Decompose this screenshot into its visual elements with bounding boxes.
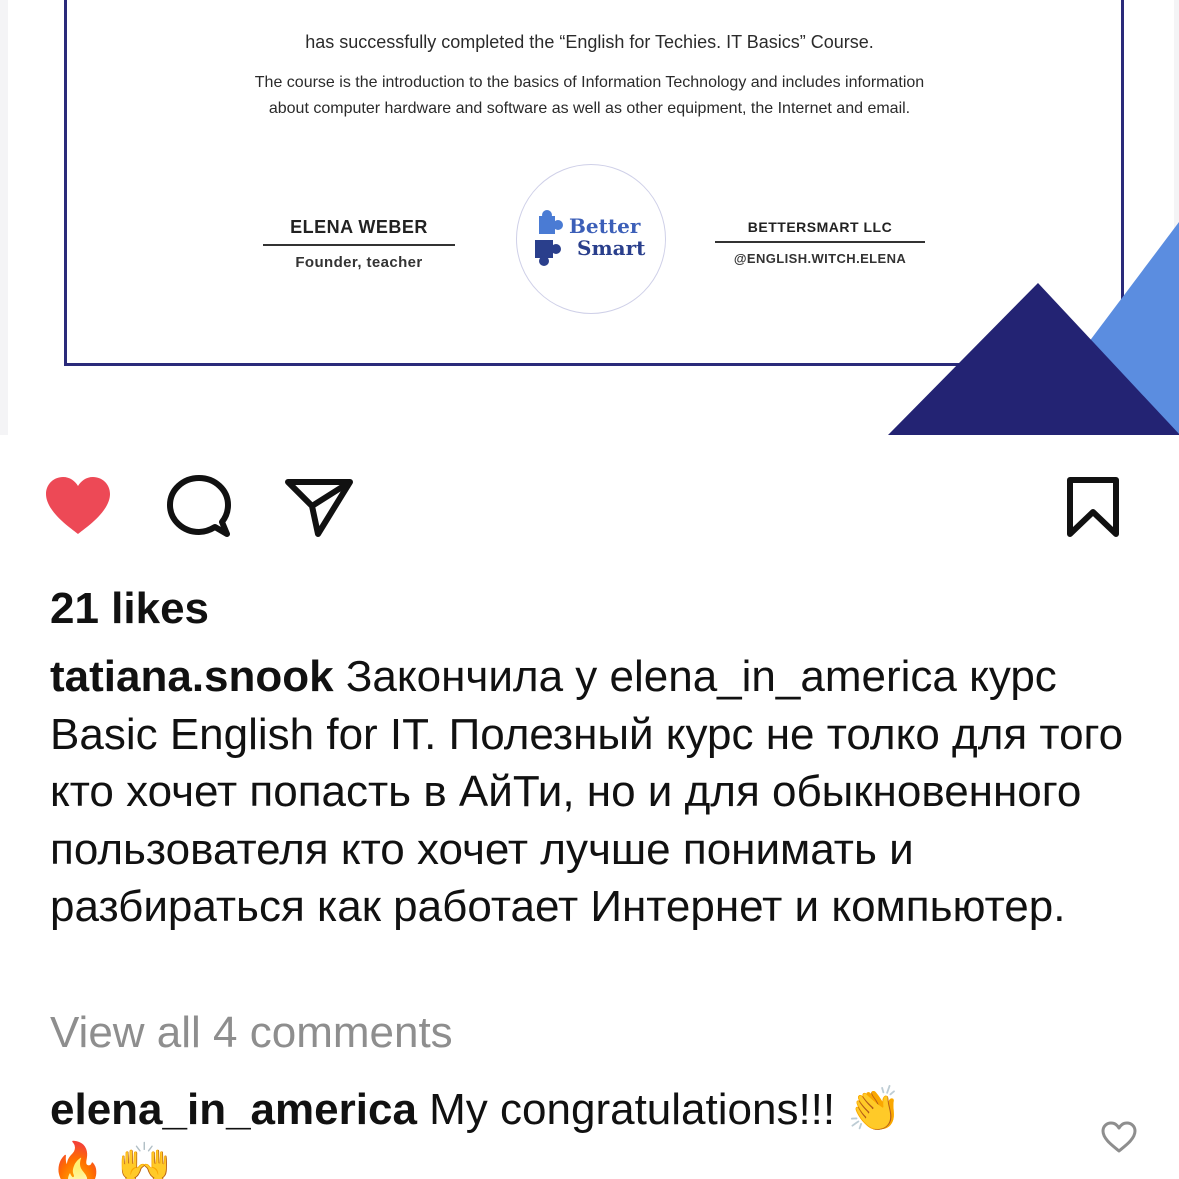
heart-outline-icon: [1101, 1121, 1137, 1153]
company-handle: @ENGLISH.WITCH.ELENA: [733, 251, 907, 266]
comment-item: elena_in_america My congratulations!!! 👏…: [50, 1082, 1080, 1179]
post-image[interactable]: has successfully completed the “English …: [0, 0, 1179, 435]
heart-filled-icon: [46, 477, 110, 534]
share-button[interactable]: [284, 476, 354, 538]
certificate-description-line-2: about computer hardware and software as …: [268, 100, 911, 117]
decorative-triangle-dark: [888, 283, 1179, 435]
signature-right: BETTERSMART LLC @ENGLISH.WITCH.ELENA: [715, 219, 925, 266]
save-button[interactable]: [1066, 476, 1120, 538]
post-actions: [0, 470, 1179, 550]
puzzle-icon: [535, 210, 563, 266]
bettersmart-logo: Better Smart: [516, 164, 666, 314]
caption-username[interactable]: tatiana.snook: [50, 652, 334, 701]
company-name: BETTERSMART LLC: [715, 219, 925, 243]
bookmark-icon: [1067, 477, 1119, 537]
like-button[interactable]: [42, 474, 114, 538]
paper-plane-icon: [285, 479, 353, 537]
signer-name: ELENA WEBER: [263, 217, 455, 246]
signature-left: ELENA WEBER Founder, teacher: [263, 217, 455, 271]
logo-wordmark: Better Smart: [569, 214, 646, 260]
comment-username[interactable]: elena_in_america: [50, 1085, 417, 1134]
comment-like-button[interactable]: [1100, 1120, 1138, 1159]
clapping-hands-emoji: 👏: [847, 1085, 903, 1134]
comment-button[interactable]: [164, 474, 232, 540]
certificate-description-line-1: The course is the introduction to the ba…: [254, 74, 925, 91]
certificate-completion-line: has successfully completed the “English …: [305, 32, 874, 52]
raising-hands-emoji: 🙌: [117, 1141, 172, 1179]
likes-count[interactable]: 21 likes: [50, 584, 209, 634]
post-caption: tatiana.snook Закончила у elena_in_ameri…: [50, 648, 1140, 936]
signer-role: Founder, teacher: [295, 254, 423, 271]
comment-bubble-icon: [167, 475, 231, 537]
view-all-comments-link[interactable]: View all 4 comments: [50, 1008, 453, 1058]
fire-emoji: 🔥: [50, 1141, 105, 1179]
comment-text: My congratulations!!!: [429, 1085, 836, 1134]
